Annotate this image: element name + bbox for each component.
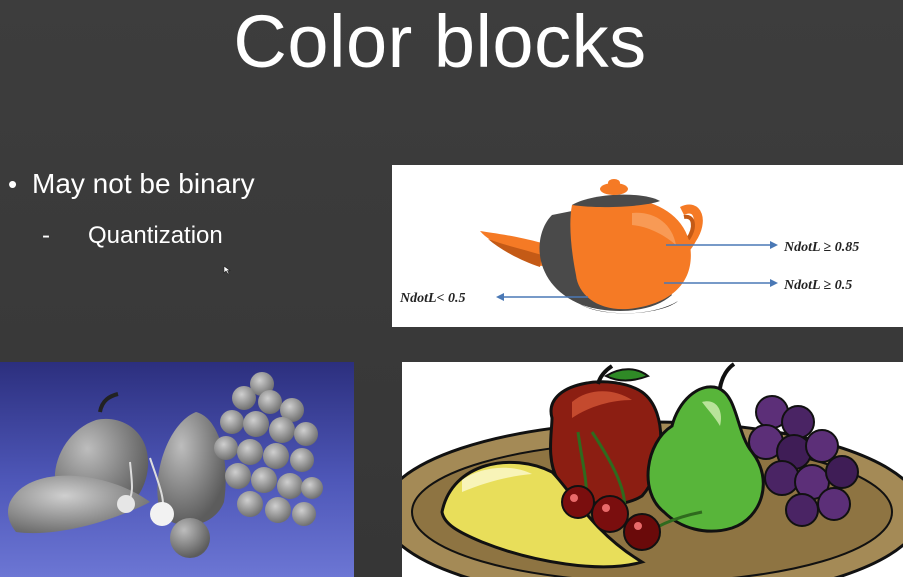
threshold-label-05: NdotL ≥ 0.5 xyxy=(783,278,852,293)
sub-bullet-text: Quantization xyxy=(88,222,223,249)
threshold-label-085: NdotL ≥ 0.85 xyxy=(783,240,859,255)
teapot-illustration: NdotL ≥ 0.85 NdotL ≥ 0.5 NdotL< 0.5 xyxy=(399,179,859,314)
cartoon-fruit-bowl xyxy=(402,362,903,577)
grey-fruit-illustration xyxy=(8,372,323,558)
bullet-item: • May not be binary xyxy=(8,168,255,200)
slide-title: Color blocks xyxy=(233,0,647,83)
threshold-label-below-05: NdotL< 0.5 xyxy=(399,291,466,306)
cartoon-fruit-illustration xyxy=(402,362,903,577)
bullet-marker: • xyxy=(8,169,18,199)
sub-bullet-item: - Quantization xyxy=(42,222,223,250)
bullet-text: May not be binary xyxy=(32,168,255,199)
teapot-shading-figure: NdotL ≥ 0.85 NdotL ≥ 0.5 NdotL< 0.5 xyxy=(392,165,903,327)
presentation-slide: Color blocks • May not be binary - Quantiz… xyxy=(0,0,903,577)
grey-fruit-render xyxy=(0,362,354,577)
sub-bullet-marker: - xyxy=(42,222,50,249)
mouse-pointer-icon xyxy=(223,265,231,275)
